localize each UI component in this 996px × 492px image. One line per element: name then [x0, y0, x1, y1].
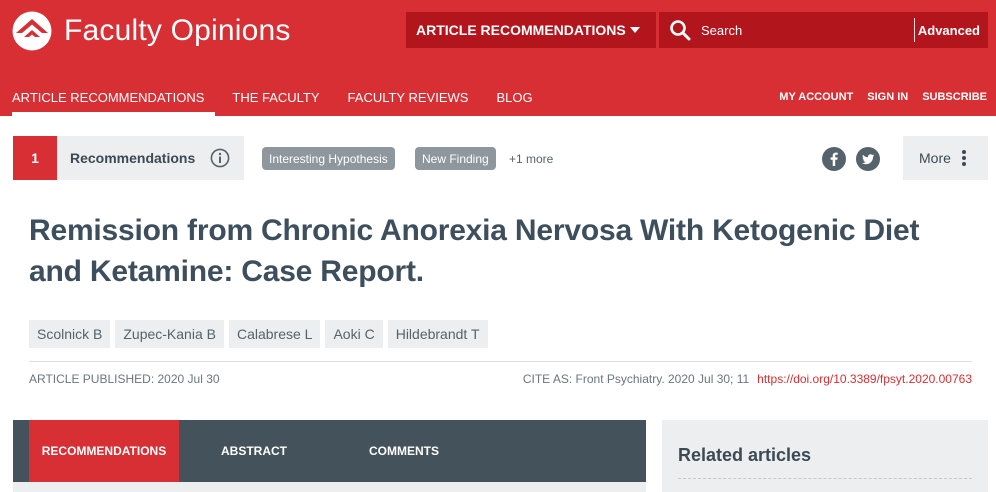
main-nav: ARTICLE RECOMMENDATIONS THE FACULTY FACU… — [12, 90, 561, 116]
twitter-icon[interactable] — [856, 147, 880, 171]
doi-link[interactable]: https://doi.org/10.3389/fpsyt.2020.00763 — [757, 372, 972, 386]
account-nav: MY ACCOUNT SIGN IN SUBSCRIBE — [765, 91, 987, 103]
search-input[interactable] — [701, 16, 901, 44]
author-chip[interactable]: Hildebrandt T — [387, 320, 488, 348]
tab-abstract[interactable]: ABSTRACT — [179, 420, 329, 482]
chevron-down-icon — [630, 27, 640, 33]
author-chip[interactable]: Zupec-Kania B — [115, 320, 224, 348]
advanced-search-link[interactable]: Advanced — [918, 12, 980, 48]
recommendations-label: Recommendations — [70, 150, 196, 166]
tab-recommendations[interactable]: RECOMMENDATIONS — [29, 420, 179, 482]
more-tags-link[interactable]: +1 more — [509, 152, 553, 166]
tag-interesting-hypothesis[interactable]: Interesting Hypothesis — [262, 147, 395, 170]
author-list: Scolnick B Zupec-Kania B Calabrese L Aok… — [29, 320, 493, 348]
tab-content-area — [13, 482, 646, 492]
nav-item-article-recommendations[interactable]: ARTICLE RECOMMENDATIONS — [12, 90, 216, 116]
author-chip[interactable]: Scolnick B — [29, 320, 111, 348]
sign-in-link[interactable]: SIGN IN — [867, 91, 908, 103]
related-articles-panel: Related articles — [662, 420, 988, 492]
info-icon[interactable] — [210, 148, 230, 168]
related-articles-heading: Related articles — [678, 445, 812, 465]
faculty-opinions-logo-icon — [12, 11, 52, 51]
article-tabs: RECOMMENDATIONS ABSTRACT COMMENTS — [13, 420, 646, 482]
published-date: ARTICLE PUBLISHED: 2020 Jul 30 — [29, 372, 220, 386]
site-logo[interactable]: Faculty Opinions — [12, 10, 291, 52]
dropdown-label: ARTICLE RECOMMENDATIONS — [416, 22, 626, 38]
subscribe-link[interactable]: SUBSCRIBE — [922, 91, 987, 103]
nav-item-faculty-reviews[interactable]: FACULTY REVIEWS — [348, 90, 469, 116]
more-label: More — [919, 150, 951, 166]
article-type-dropdown[interactable]: ARTICLE RECOMMENDATIONS — [406, 12, 656, 48]
related-divider — [678, 478, 972, 479]
search-bar: Advanced — [659, 12, 988, 48]
nav-item-the-faculty[interactable]: THE FACULTY — [232, 90, 319, 116]
brand-name: Faculty Opinions — [64, 14, 291, 47]
cite-as-text: CITE AS: Front Psychiatry. 2020 Jul 30; … — [522, 372, 750, 386]
search-divider — [914, 18, 915, 42]
nav-item-blog[interactable]: BLOG — [496, 90, 532, 116]
recommendations-summary[interactable]: Recommendations — [57, 136, 244, 180]
my-account-link[interactable]: MY ACCOUNT — [779, 91, 853, 103]
citation: CITE AS: Front Psychiatry. 2020 Jul 30; … — [523, 372, 972, 386]
article-title: Remission from Chronic Anorexia Nervosa … — [29, 214, 920, 288]
recommendation-count-badge[interactable]: 1 — [13, 136, 57, 180]
author-chip[interactable]: Aoki C — [325, 320, 383, 348]
divider — [29, 361, 972, 362]
facebook-icon[interactable] — [822, 147, 846, 171]
tab-comments[interactable]: COMMENTS — [329, 420, 479, 482]
site-header: Faculty Opinions ARTICLE RECOMMENDATIONS… — [0, 0, 996, 116]
more-menu-button[interactable]: More — [903, 136, 988, 180]
author-chip[interactable]: Calabrese L — [228, 320, 321, 348]
tag-new-finding[interactable]: New Finding — [415, 147, 496, 170]
kebab-menu-icon — [961, 150, 966, 166]
search-icon[interactable] — [669, 19, 691, 41]
